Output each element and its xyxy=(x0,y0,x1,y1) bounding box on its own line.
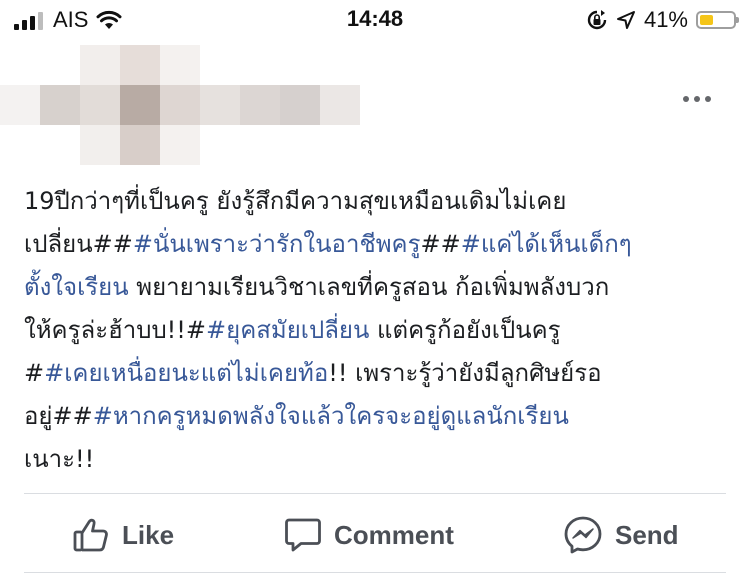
post-text-segment: # xyxy=(24,359,45,387)
post-text-line: อยู่###หากครูหมดพลังใจแล้วใครจะอยู่ดูแลน… xyxy=(24,395,734,438)
hashtag-link[interactable]: #ยุคสมัยเปลี่ยน xyxy=(206,316,369,344)
hashtag-link[interactable]: #นั่นเพราะว่ารักในอาชีพครู xyxy=(133,230,421,258)
messenger-icon xyxy=(564,516,602,554)
post-text-segment: เนาะ!! xyxy=(24,445,95,473)
status-bar: AIS 14:48 41% xyxy=(0,0,750,42)
post-text-line: 19ปีกว่าๆที่เป็นครู ยังรู้สึกมีความสุขเห… xyxy=(24,180,734,223)
divider-bottom xyxy=(24,572,726,573)
post-text-line: ตั้งใจเรียน พยายามเรียนวิชาเลขที่ครูสอน … xyxy=(24,266,734,309)
like-label: Like xyxy=(122,519,175,550)
post-text-line: เปลี่ยน###นั่นเพราะว่ารักในอาชีพครู###แค… xyxy=(24,223,734,266)
post-text: 19ปีกว่าๆที่เป็นครู ยังรู้สึกมีความสุขเห… xyxy=(24,180,734,481)
battery-percent: 41% xyxy=(643,7,688,32)
comment-bubble-icon xyxy=(285,518,321,552)
comment-label: Comment xyxy=(334,519,454,550)
post-text-segment: แต่ครูก้อยังเป็นครู xyxy=(369,316,561,344)
post-text-line: ##เคยเหนื่อยนะแต่ไม่เคยท้อ!! เพราะรู้ว่า… xyxy=(24,352,734,395)
post-text-segment: อยู่## xyxy=(24,402,93,430)
location-arrow-icon xyxy=(616,11,635,29)
send-label: Send xyxy=(615,519,679,550)
post-text-line: เนาะ!! xyxy=(24,438,734,481)
blurred-author-avatar[interactable] xyxy=(0,40,380,165)
hashtag-link[interactable]: #แค่ได้เห็นเด็กๆ xyxy=(461,230,632,258)
like-button[interactable]: Like xyxy=(72,500,174,570)
send-button[interactable]: Send xyxy=(563,500,679,570)
battery-icon xyxy=(696,11,739,29)
post-text-segment: พยายามเรียนวิชาเลขที่ครูสอน ก้อเพิ่มพลัง… xyxy=(128,273,610,301)
status-right: 41% xyxy=(586,6,739,34)
post-text-segment: เปลี่ยน## xyxy=(24,230,133,258)
hashtag-link[interactable]: ตั้งใจเรียน xyxy=(24,273,129,301)
hashtag-link[interactable]: #หากครูหมดพลังใจแล้วใครจะอยู่ดูแลนักเรีย… xyxy=(93,402,569,430)
post-text-segment: !! เพราะรู้ว่ายังมีลูกศิษย์รอ xyxy=(328,359,602,387)
divider-top xyxy=(24,493,726,494)
comment-button[interactable]: Comment xyxy=(284,500,454,570)
post-actions: Like Comment Send xyxy=(0,500,750,570)
post-text-segment: 19ปีกว่าๆที่เป็นครู ยังรู้สึกมีความสุขเห… xyxy=(24,187,567,215)
rotation-lock-icon xyxy=(587,10,607,30)
more-options-icon[interactable] xyxy=(683,96,711,102)
post-text-line: ให้ครูล่ะฮ้าบบ!!##ยุคสมัยเปลี่ยน แต่ครูก… xyxy=(24,309,734,352)
hashtag-link[interactable]: #เคยเหนื่อยนะแต่ไม่เคยท้อ xyxy=(44,359,328,387)
thumbs-up-icon xyxy=(73,518,108,552)
post-text-segment: ## xyxy=(420,230,461,258)
post-text-segment: ให้ครูล่ะฮ้าบบ!!# xyxy=(24,316,207,344)
